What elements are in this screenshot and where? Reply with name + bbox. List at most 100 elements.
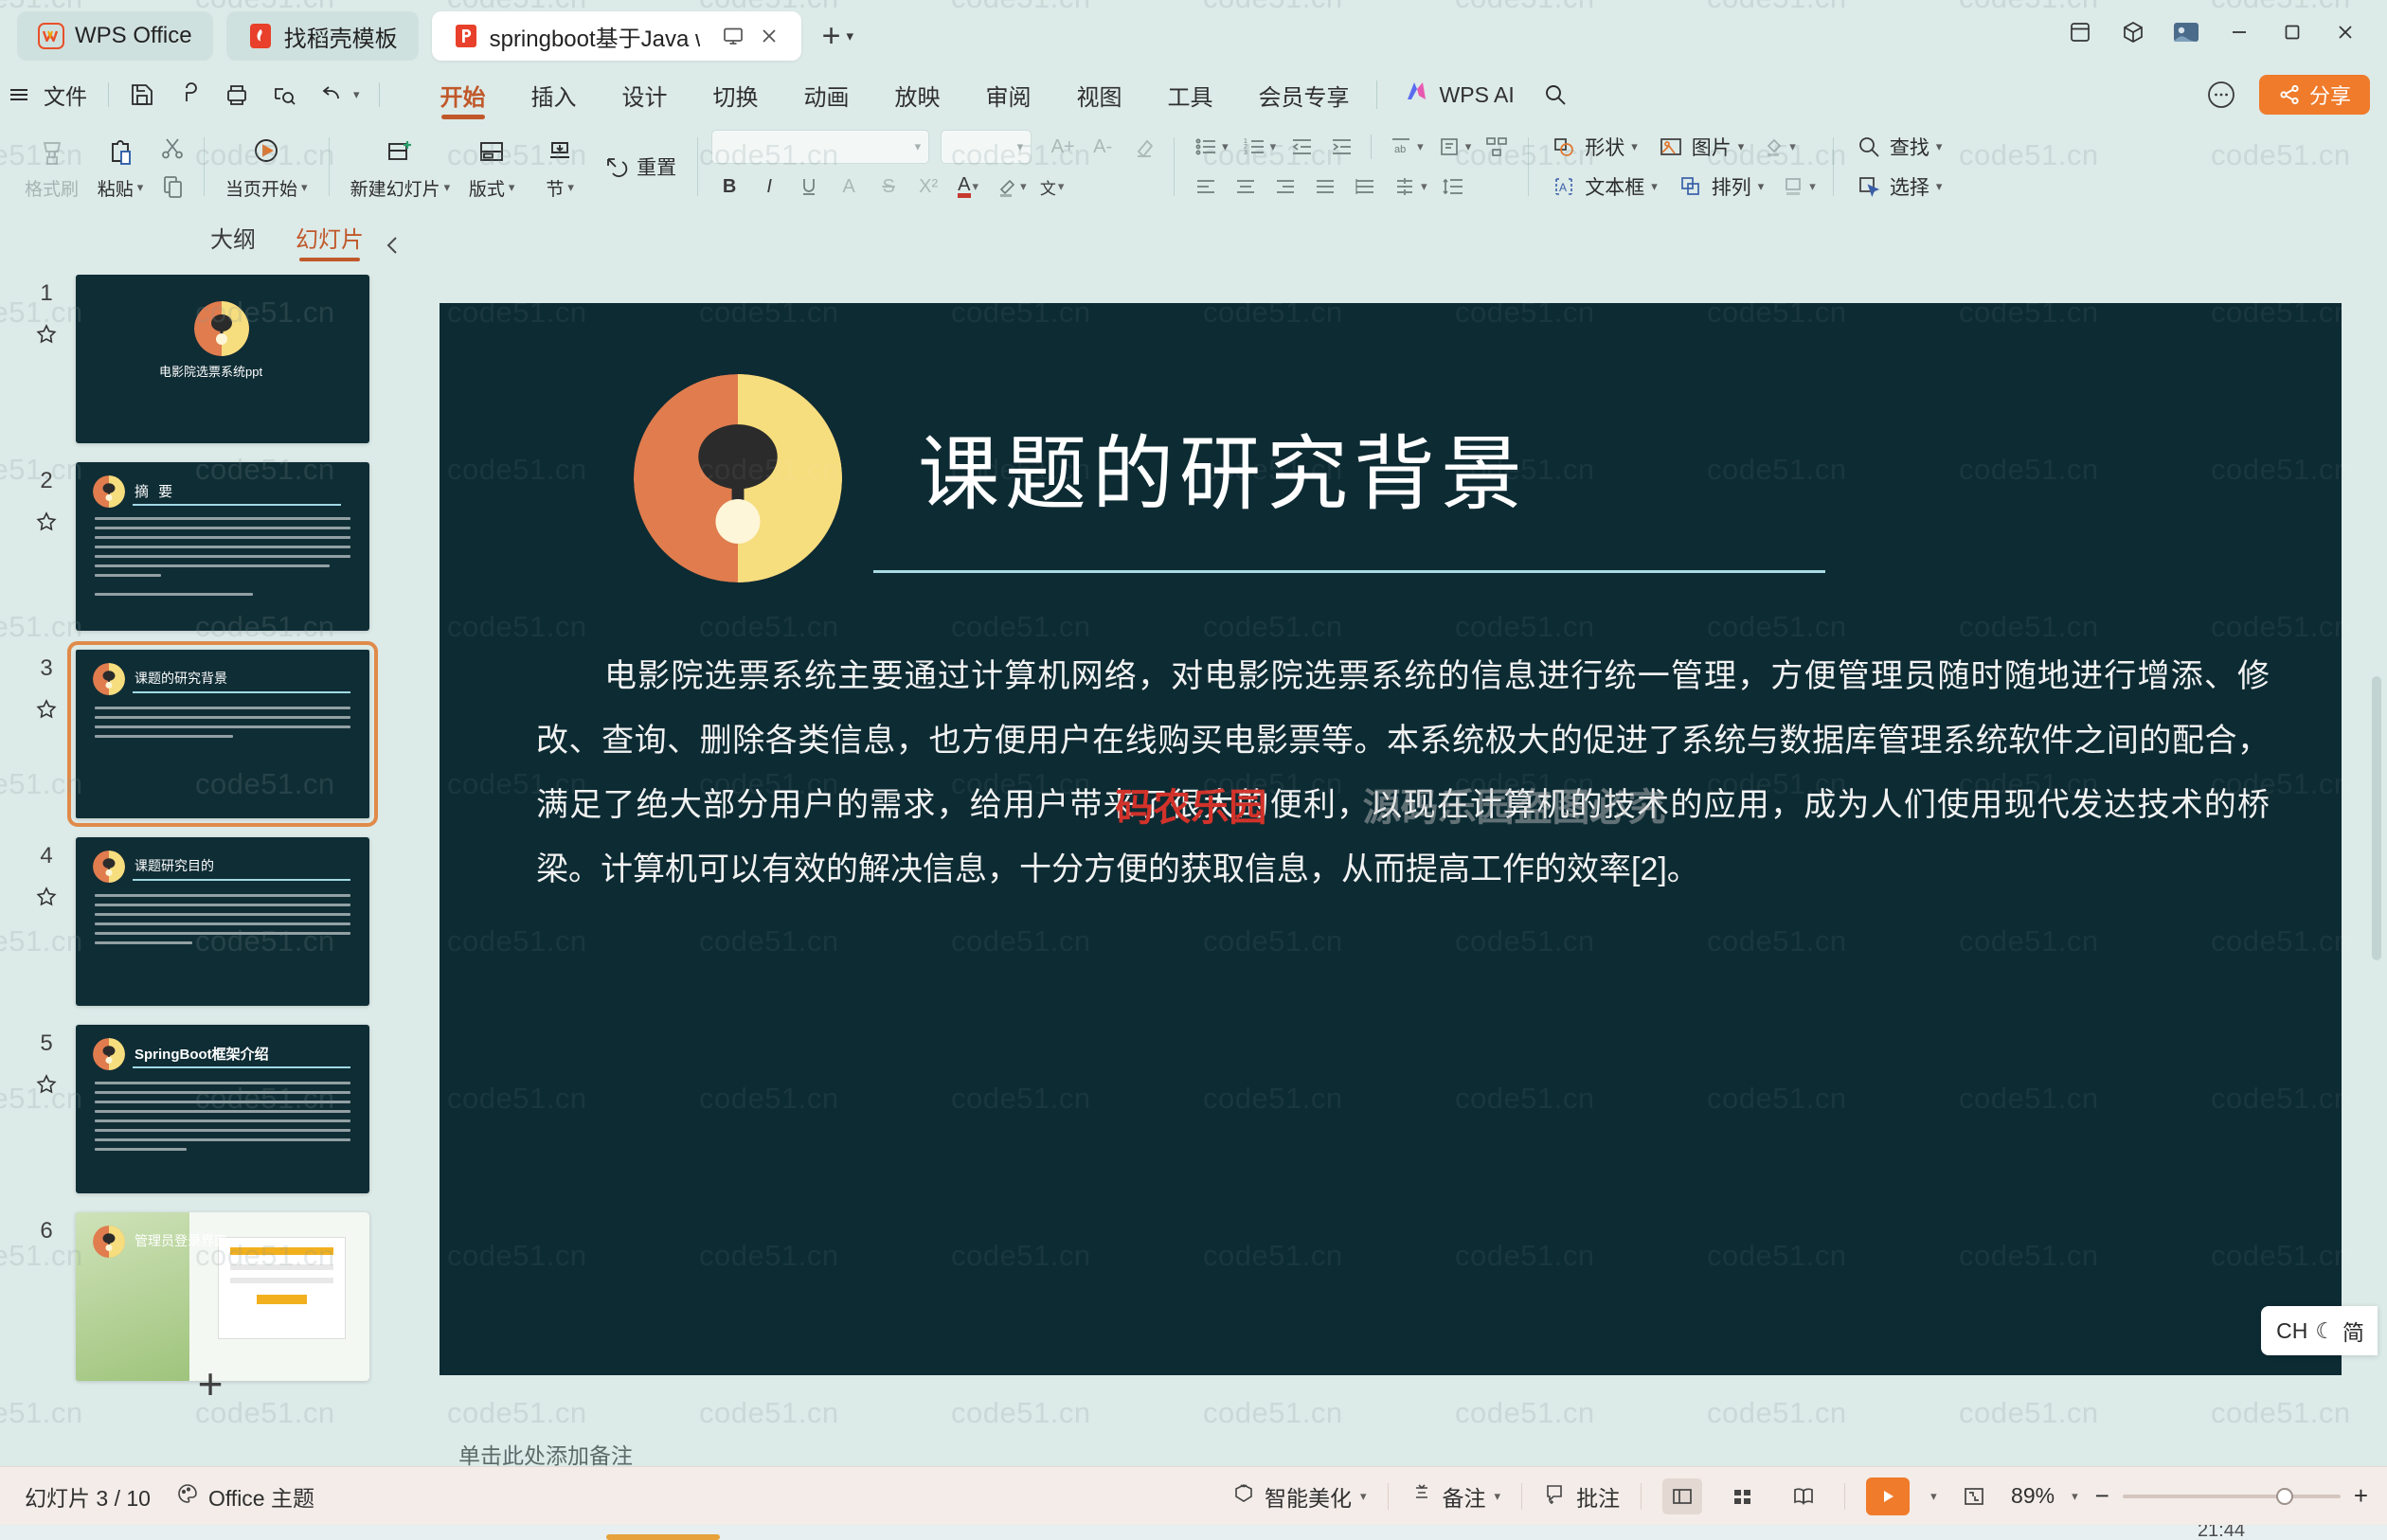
strikethrough-button[interactable]: S: [870, 170, 906, 204]
slide-thumbnail-3[interactable]: 3 课题的研究背景: [0, 641, 421, 827]
ribbon-tab-design[interactable]: 设计: [600, 68, 691, 121]
find-button[interactable]: 查找 ▾: [1847, 130, 1950, 164]
fit-to-window-icon[interactable]: [1954, 1478, 1994, 1514]
zoom-in-button[interactable]: +: [2354, 1481, 2368, 1511]
chevron-down-icon[interactable]: ▾: [301, 180, 308, 195]
chevron-down-icon[interactable]: ▾: [973, 179, 979, 194]
chevron-down-icon[interactable]: ▾: [1936, 139, 1943, 154]
justify-icon[interactable]: [1307, 170, 1343, 204]
bold-button[interactable]: B: [711, 170, 747, 204]
save-icon[interactable]: [118, 74, 166, 116]
comment-button[interactable]: 批注: [1543, 1480, 1620, 1513]
text-effect-button[interactable]: 文 ▾: [1034, 170, 1070, 204]
wps-ai-button[interactable]: WPS AI: [1381, 78, 1526, 112]
zoom-track[interactable]: [2122, 1487, 2341, 1505]
align-right-icon[interactable]: [1267, 170, 1303, 204]
font-color-button[interactable]: A ▾: [950, 170, 986, 204]
chevron-down-icon[interactable]: ▾: [1360, 1489, 1367, 1504]
theme-indicator[interactable]: Office 主题: [175, 1480, 314, 1513]
fill-icon[interactable]: ▾: [1755, 130, 1800, 164]
comment-icon[interactable]: [2200, 74, 2242, 116]
align-left-icon[interactable]: [1188, 170, 1224, 204]
search-icon[interactable]: [1532, 74, 1579, 116]
print-icon[interactable]: [213, 74, 260, 116]
zoom-knob[interactable]: [2275, 1487, 2293, 1505]
star-icon[interactable]: [34, 510, 59, 539]
chevron-down-icon[interactable]: ▾: [1936, 179, 1943, 194]
highlight-color-button[interactable]: ▾: [990, 170, 1031, 204]
slide-thumbnail-6[interactable]: 6 管理员登录界面: [0, 1212, 421, 1381]
chevron-down-icon[interactable]: ▾: [1651, 179, 1658, 194]
shape-button[interactable]: 形状 ▾: [1542, 130, 1645, 164]
ribbon-tab-tools[interactable]: 工具: [1145, 68, 1236, 121]
notes-button[interactable]: 备注 ▾: [1409, 1480, 1501, 1513]
chevron-down-icon[interactable]: ▾: [353, 87, 360, 102]
slide-thumbnail-2[interactable]: 2 摘 要: [0, 462, 421, 631]
chevron-down-icon[interactable]: ▾: [1789, 139, 1796, 154]
chevron-down-icon[interactable]: ▾: [1495, 1489, 1501, 1504]
columns-icon[interactable]: ▾: [1387, 170, 1431, 204]
window-tab-docer[interactable]: 找稻壳模板: [225, 11, 419, 61]
user-avatar[interactable]: [2160, 8, 2213, 57]
distribute-icon[interactable]: [1347, 170, 1383, 204]
chevron-down-icon[interactable]: ▾: [1222, 139, 1229, 154]
italic-button[interactable]: I: [751, 170, 787, 204]
format-painter-button[interactable]: 格式刷: [17, 125, 86, 208]
cube-icon[interactable]: [2107, 8, 2160, 57]
vertical-scrollbar[interactable]: [2372, 676, 2381, 960]
star-icon[interactable]: [34, 697, 59, 726]
panel-tab-slides[interactable]: 幻灯片: [296, 221, 364, 261]
increase-font-size-button[interactable]: A+: [1045, 130, 1081, 164]
chevron-down-icon[interactable]: ▾: [1417, 139, 1424, 154]
chevron-down-icon[interactable]: ▾: [1738, 139, 1745, 154]
chevron-down-icon[interactable]: ▾: [1465, 139, 1472, 154]
maximize-button[interactable]: [2266, 8, 2319, 57]
text-direction-icon[interactable]: ab ▾: [1383, 130, 1427, 164]
file-menu-button[interactable]: 文件: [0, 74, 99, 116]
section-button[interactable]: 节 ▾: [526, 125, 594, 208]
chevron-down-icon[interactable]: ▾: [2072, 1489, 2078, 1504]
clear-format-icon[interactable]: [1124, 130, 1160, 164]
superscript-button[interactable]: X²: [910, 170, 946, 204]
cloud-save-icon[interactable]: [166, 74, 213, 116]
slide-body-text[interactable]: 电影院选票系统主要通过计算机网络，对电影院选票系统的信息进行统一管理，方便管理员…: [536, 644, 2270, 902]
window-tab-wps-office[interactable]: WPS Office: [17, 11, 213, 61]
chevron-down-icon[interactable]: ▾: [1058, 179, 1065, 194]
decrease-indent-icon[interactable]: [1283, 130, 1319, 164]
chevron-down-icon[interactable]: ▾: [1421, 179, 1427, 194]
cut-icon[interactable]: [154, 130, 190, 164]
layout-button[interactable]: 版式 ▾: [458, 125, 526, 208]
increase-indent-icon[interactable]: [1323, 130, 1359, 164]
numbering-icon[interactable]: 1 2 3 ▾: [1236, 130, 1281, 164]
chevron-down-icon[interactable]: ▾: [509, 180, 515, 195]
play-from-current-button[interactable]: 当页开始 ▾: [218, 125, 315, 208]
zoom-out-button[interactable]: −: [2095, 1481, 2109, 1511]
slide-title[interactable]: 课题的研究背景: [918, 407, 1528, 526]
window-tab-presentation[interactable]: springboot基于Java web的电: [431, 11, 801, 61]
tab-close-icon[interactable]: [758, 25, 781, 47]
slide-sorter-icon[interactable]: [1723, 1478, 1763, 1514]
text-shadow-button[interactable]: A: [831, 170, 867, 204]
textbox-button[interactable]: A 文本框 ▾: [1542, 170, 1665, 204]
beautify-button[interactable]: 智能美化 ▾: [1231, 1480, 1367, 1513]
chevron-down-icon[interactable]: ▾: [846, 27, 853, 45]
play-icon[interactable]: [1866, 1477, 1911, 1515]
chevron-down-icon[interactable]: ▾: [1809, 179, 1816, 194]
star-icon[interactable]: [34, 1072, 59, 1101]
ribbon-tab-transition[interactable]: 切换: [691, 68, 781, 121]
chevron-down-icon[interactable]: ▾: [137, 180, 144, 195]
tab-monitor-icon[interactable]: [722, 25, 745, 47]
decrease-font-size-button[interactable]: A-: [1085, 130, 1121, 164]
chevron-down-icon[interactable]: ▾: [1020, 179, 1027, 194]
chevron-down-icon[interactable]: ▾: [444, 180, 451, 195]
star-icon[interactable]: [34, 322, 59, 351]
undo-icon[interactable]: ▾: [308, 74, 369, 116]
chevron-down-icon[interactable]: ▾: [1930, 1489, 1937, 1504]
ribbon-tab-view[interactable]: 视图: [1054, 68, 1145, 121]
chevron-down-icon[interactable]: ▾: [915, 139, 922, 154]
slide-thumbnail-5[interactable]: 5 SpringBoot框架介绍: [0, 1025, 421, 1193]
chevron-down-icon[interactable]: ▾: [1631, 139, 1638, 154]
bullets-icon[interactable]: ▾: [1188, 130, 1232, 164]
minimize-button[interactable]: [2213, 8, 2266, 57]
chevron-down-icon[interactable]: ▾: [567, 180, 574, 195]
